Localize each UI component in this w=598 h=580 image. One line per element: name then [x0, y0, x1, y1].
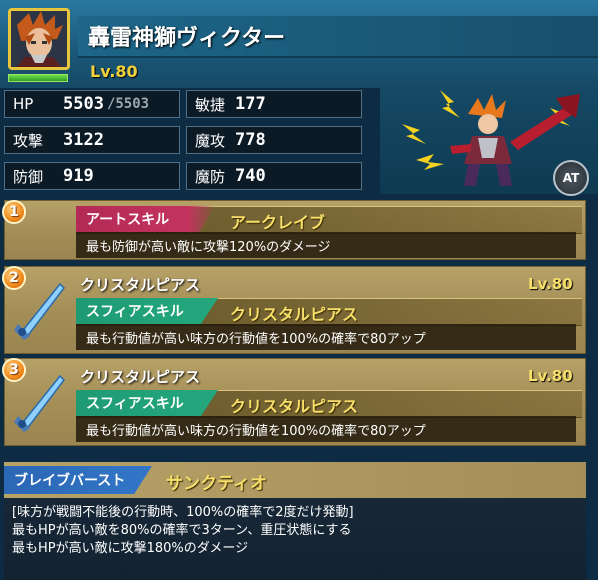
skill-2-name: クリスタルピアス	[230, 305, 359, 324]
brave-burst-name: サンクティオ	[166, 474, 267, 494]
sphere-2-level: Lv.80	[528, 275, 573, 293]
stat-agility-value: 177	[235, 94, 266, 114]
sphere-skill-tag-3: スフィアスキル	[76, 390, 218, 416]
skill-3-description: 最も行動値が高い味方の行動値を100%の確率で80アップ	[76, 416, 576, 442]
right-edge	[586, 196, 598, 580]
stat-agility-label: 敏捷	[195, 95, 226, 114]
stat-magic-attack-label: 魔攻	[195, 131, 226, 150]
sphere-3-level: Lv.80	[528, 367, 573, 385]
skill-3-name: クリスタルピアス	[230, 397, 359, 416]
stat-magic-defense: 魔防 740	[186, 162, 362, 190]
sphere-skill-tag-2: スフィアスキル	[76, 298, 218, 324]
brave-burst-line-2: 最もHPが高い敵を80%の確率で3ターン、重圧状態にする	[12, 523, 352, 538]
brave-burst-line-1: [味方が戦闘不能後の行動時、100%の確率で2度だけ発動]	[12, 505, 354, 520]
stat-defense-value: 919	[63, 166, 94, 186]
portrait-hp-fill	[9, 75, 67, 81]
sphere-2-title: クリスタルピアス	[80, 276, 201, 294]
skill-number-1: 1	[2, 200, 26, 224]
portrait-image	[11, 11, 67, 67]
brave-burst-line-3: 最もHPが高い敵に攻撃180%のダメージ	[12, 541, 249, 556]
portrait-hp-bar	[8, 74, 68, 82]
stat-hp-value: 5503	[63, 94, 104, 114]
stat-magic-defense-value: 740	[235, 166, 266, 186]
stat-attack-value: 3122	[63, 130, 104, 150]
skill-1-description: 最も防御が高い敵に攻撃120%のダメージ	[76, 232, 576, 258]
auto-target-button[interactable]: AT	[553, 160, 589, 196]
stat-agility: 敏捷 177	[186, 90, 362, 118]
art-skill-tag: アートスキル	[76, 206, 216, 232]
stat-defense-label: 防御	[13, 167, 44, 186]
stat-attack: 攻撃 3122	[4, 126, 180, 154]
crystal-sword-icon	[14, 374, 65, 432]
crystal-sword-icon	[14, 282, 65, 340]
stat-magic-attack-value: 778	[235, 130, 266, 150]
unit-portrait[interactable]	[8, 8, 70, 70]
stat-defense: 防御 919	[4, 162, 180, 190]
stat-magic-defense-label: 魔防	[195, 167, 226, 186]
stat-attack-label: 攻撃	[13, 131, 44, 150]
stat-magic-attack: 魔攻 778	[186, 126, 362, 154]
stat-hp-label: HP	[13, 95, 34, 113]
unit-name: 轟雷神獅ヴィクター	[88, 26, 286, 51]
sphere-3-title: クリスタルピアス	[80, 368, 201, 386]
skill-2-description: 最も行動値が高い味方の行動値を100%の確率で80アップ	[76, 324, 576, 350]
stat-hp: HP 5503 /5503	[4, 90, 180, 118]
stat-hp-max: /5503	[106, 96, 150, 112]
brave-burst-tag: ブレイブバースト	[4, 466, 152, 494]
unit-level: Lv.80	[90, 62, 138, 81]
skill-1-name: アークレイブ	[230, 213, 326, 232]
